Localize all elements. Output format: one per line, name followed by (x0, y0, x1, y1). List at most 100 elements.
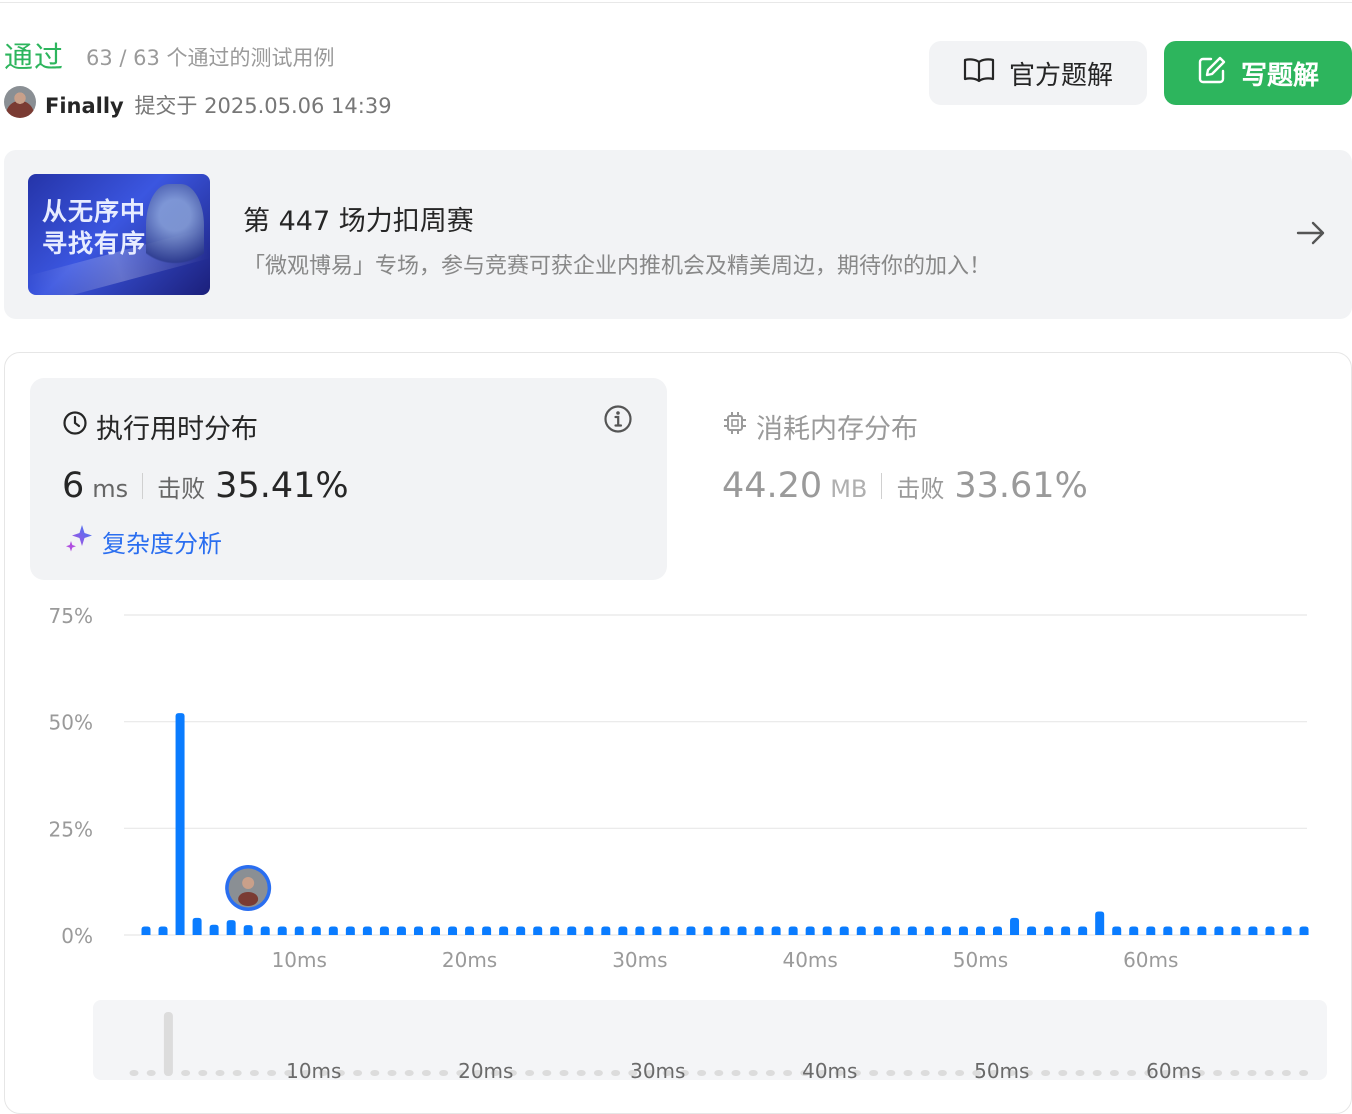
chart-bar (1214, 926, 1224, 935)
chart-range-navigator[interactable]: 10ms 20ms 30ms 40ms 50ms 60ms (93, 1000, 1327, 1083)
y-tick-label: 25% (49, 817, 93, 841)
navigator-bar (163, 1012, 173, 1076)
chip-icon (722, 410, 748, 443)
chart-bar (1027, 926, 1037, 935)
chart-bar (260, 926, 270, 935)
runtime-distribution-chart[interactable]: 0% 25% 50% 75% 10ms 20ms 30ms 40ms 50ms 60ms (0, 590, 1352, 985)
navigator-bar (869, 1070, 879, 1076)
memory-tab[interactable]: 消耗内存分布 (722, 407, 918, 446)
navigator-bar (1075, 1070, 1085, 1076)
edit-icon (1197, 55, 1227, 92)
chart-bar (1044, 926, 1054, 935)
official-solution-label: 官方题解 (1008, 60, 1113, 91)
navigator-tick-label: 10ms (286, 1059, 341, 1080)
banner-image-text-2: 寻找有序 (42, 229, 147, 258)
navigator-bar (1264, 1070, 1274, 1076)
chart-bar (345, 926, 355, 935)
navigator-tick-label: 50ms (974, 1059, 1029, 1080)
chart-bar (1010, 917, 1020, 935)
y-tick-label: 75% (49, 604, 93, 628)
chart-bar (158, 926, 168, 935)
official-solution-button[interactable]: 官方题解 (929, 41, 1147, 105)
chart-bar (192, 917, 202, 935)
navigator-bar (1058, 1070, 1068, 1076)
chart-bar (1163, 926, 1173, 935)
chart-bar (669, 926, 679, 935)
chart-bar (141, 926, 151, 935)
runtime-title: 执行用时分布 (96, 414, 258, 445)
navigator-bar (1247, 1070, 1257, 1076)
my-submission-marker[interactable] (225, 865, 272, 911)
navigator-bar (1041, 1070, 1051, 1076)
username[interactable]: Finally (45, 94, 124, 118)
chart-bar (873, 926, 883, 935)
runtime-value: 6 (62, 466, 85, 506)
navigator-tick-label: 20ms (458, 1059, 513, 1080)
memory-stats: 44.20 MB 击败 33.61% (722, 466, 1088, 506)
chart-bar (533, 926, 543, 935)
submitted-prefix: 提交于 (134, 94, 198, 118)
chart-bar (771, 926, 781, 935)
navigator-bar (1109, 1070, 1119, 1076)
runtime-header: 执行用时分布 (62, 407, 258, 446)
contest-banner-image: 从无序中 寻找有序 (28, 174, 210, 295)
x-tick-label: 60ms (1123, 948, 1178, 972)
navigator-bar (387, 1070, 397, 1076)
chart-bar (379, 926, 389, 935)
chart-bar (482, 926, 492, 935)
navigator-bar (1230, 1070, 1240, 1076)
top-divider (0, 2, 1352, 3)
stat-divider (142, 473, 144, 499)
chart-bar (958, 926, 968, 935)
clock-icon (62, 410, 88, 443)
chart-bar (703, 926, 713, 935)
runtime-beat-label: 击败 (157, 475, 206, 503)
chart-bar (1078, 926, 1088, 935)
chart-bar (686, 926, 696, 935)
navigator-bar (937, 1070, 947, 1076)
chart-bar (788, 926, 798, 935)
chart-bar (465, 926, 475, 935)
submission-info: Finally 提交于 2025.05.06 14:39 (45, 90, 392, 120)
navigator-bar (783, 1070, 793, 1076)
info-icon[interactable] (603, 404, 633, 438)
chart-bar (499, 926, 509, 935)
complexity-analysis-label: 复杂度分析 (102, 529, 222, 558)
chart-bar (584, 926, 594, 935)
status-accepted: 通过 (4, 40, 65, 74)
chart-bar (396, 926, 406, 935)
write-solution-button[interactable]: 写题解 (1164, 41, 1352, 105)
navigator-bar (748, 1070, 758, 1076)
chart-bar (1282, 926, 1292, 935)
chart-bar (448, 926, 458, 935)
contest-banner[interactable]: 从无序中 寻找有序 第 447 场力扣周赛 「微观博易」专场，参与竞赛可获企业内… (4, 150, 1352, 319)
navigator-bar (1092, 1070, 1102, 1076)
navigator-bar (542, 1070, 552, 1076)
chart-bar (311, 926, 321, 935)
chart-bar (822, 926, 832, 935)
chart-bar (550, 926, 560, 935)
navigator-bar (714, 1070, 724, 1076)
chart-bar (652, 926, 662, 935)
chart-bar (1248, 926, 1258, 935)
navigator-bar (611, 1070, 621, 1076)
navigator-bar (1299, 1070, 1309, 1076)
x-tick-label: 10ms (272, 948, 327, 972)
contest-subtitle: 「微观博易」专场，参与竞赛可获企业内推机会及精美周边，期待你的加入！ (243, 254, 992, 279)
chart-bar (175, 713, 185, 935)
complexity-analysis-link[interactable]: 复杂度分析 (64, 523, 222, 559)
chart-bar (1112, 926, 1122, 935)
x-tick-label: 30ms (612, 948, 667, 972)
banner-image-figure (146, 184, 204, 288)
navigator-bar (404, 1070, 414, 1076)
chart-bar (226, 920, 236, 935)
avatar[interactable] (4, 86, 36, 118)
memory-beat-value: 33.61% (954, 466, 1088, 506)
arrow-right-icon[interactable] (1294, 218, 1328, 252)
navigator-bar (765, 1070, 775, 1076)
chart-bar (1197, 926, 1207, 935)
chart-bar (1231, 926, 1241, 935)
navigator-bar (129, 1070, 139, 1076)
navigator-bar (559, 1070, 569, 1076)
navigator-bar (697, 1070, 707, 1076)
